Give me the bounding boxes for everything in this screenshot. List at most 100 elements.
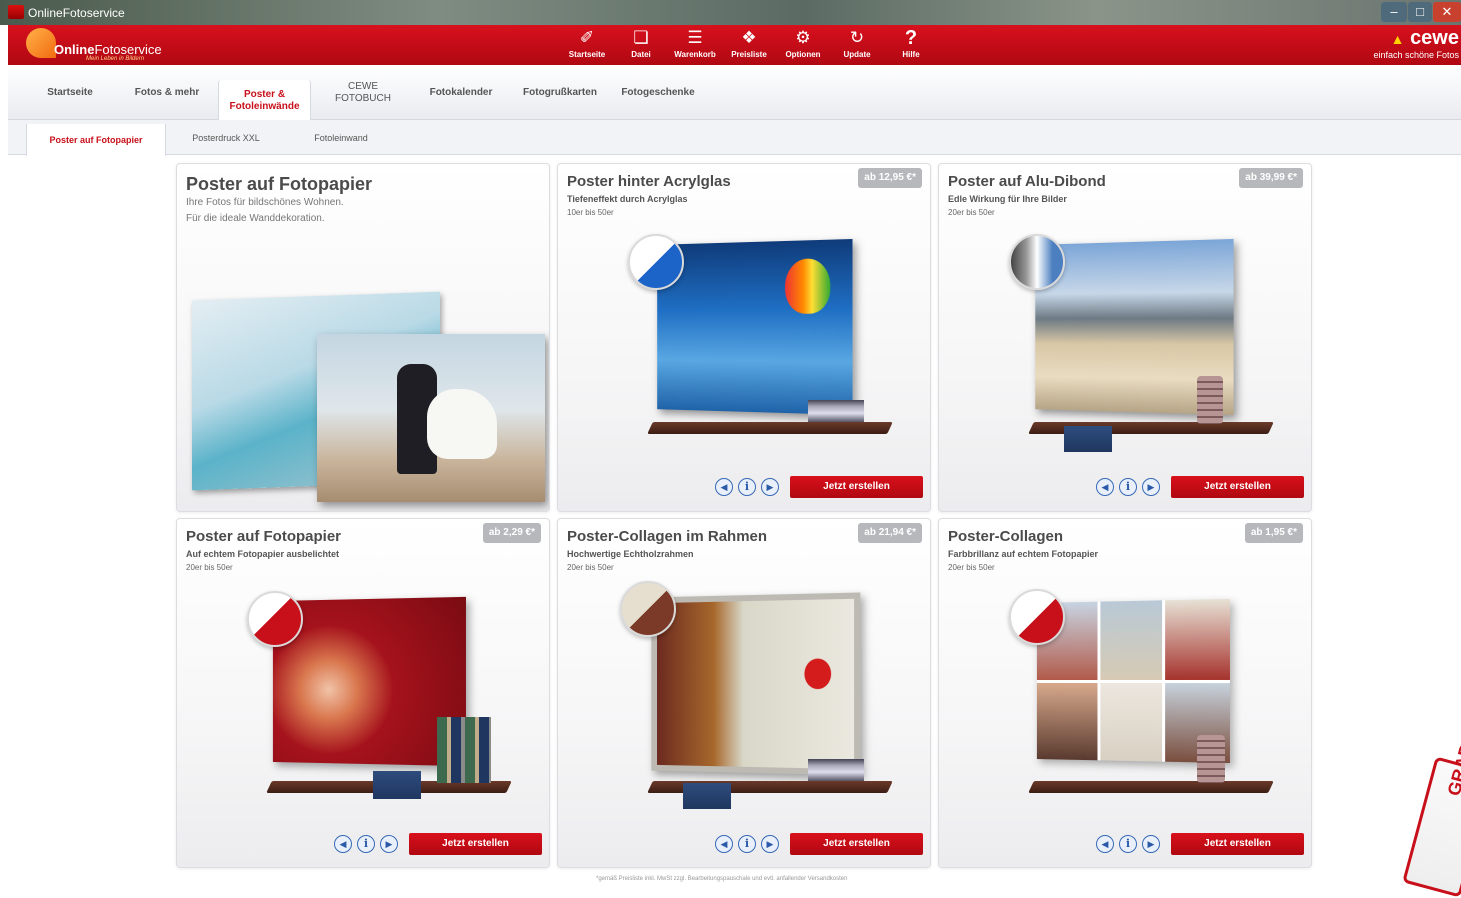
info-icon[interactable]: i xyxy=(1119,478,1137,496)
logo-slogan: Mein Leben in Bildern xyxy=(86,56,145,62)
book-stack xyxy=(1064,426,1112,452)
nav-tab-fotogeschenke[interactable]: Fotogeschenke xyxy=(615,65,701,120)
price-badge: ab 1,95 €* xyxy=(1244,523,1303,543)
main-toolbar: ✐ Startseite ❏ Datei ☰ Warenkorb ❖ Preis… xyxy=(560,25,938,65)
wood-shelf xyxy=(1028,781,1274,793)
toolbar-optionen-button[interactable]: ⚙ Optionen xyxy=(776,25,830,65)
collage-tile xyxy=(1100,682,1163,762)
product-title: Poster hinter Acrylglas xyxy=(567,173,731,190)
window-title: OnlineFotoservice xyxy=(28,6,125,20)
toolbar-startseite-button[interactable]: ✐ Startseite xyxy=(560,25,614,65)
minimize-button[interactable]: – xyxy=(1381,2,1407,22)
toolbar-update-button[interactable]: ↻ Update xyxy=(830,25,884,65)
hot-air-balloon-photo xyxy=(657,238,853,416)
next-icon[interactable]: ▶ xyxy=(1142,835,1160,853)
nav-tab-cewe-fotobuch[interactable]: CEWE FOTOBUCH xyxy=(326,65,400,120)
jetzt-erstellen-button[interactable]: Jetzt erstellen xyxy=(790,476,923,498)
cart-icon: ☰ xyxy=(687,28,703,47)
nav-tab-fotogrusskarten[interactable]: Fotogrußkarten xyxy=(514,65,606,120)
next-icon[interactable]: ▶ xyxy=(761,478,779,496)
hero-title: Poster auf Fotopapier xyxy=(186,174,373,194)
wood-shelf xyxy=(647,422,893,434)
onlinefotoservice-logo[interactable]: OnlineFotoservice Mein Leben in Bildern xyxy=(26,28,171,62)
red-poppy-shape xyxy=(804,658,832,690)
jetzt-erstellen-button[interactable]: Jetzt erstellen xyxy=(409,833,542,855)
sub-navigation: Poster auf Fotopapier Posterdruck XXL Fo… xyxy=(8,120,1461,156)
info-icon[interactable]: i xyxy=(738,478,756,496)
product-size-range: 20er bis 50er xyxy=(567,563,614,572)
product-title: Poster auf Alu-Dibond xyxy=(948,173,1106,190)
close-button[interactable]: ✕ xyxy=(1433,2,1461,22)
cewe-tagline: einfach schöne Fotos xyxy=(1373,50,1459,60)
next-icon[interactable]: ▶ xyxy=(761,835,779,853)
update-icon: ↻ xyxy=(849,28,865,47)
info-icon[interactable]: i xyxy=(357,835,375,853)
next-icon[interactable]: ▶ xyxy=(1142,478,1160,496)
product-card-acrylglas: Poster hinter Acrylglas Tiefeneffekt dur… xyxy=(557,163,931,512)
bride-figure xyxy=(427,389,497,459)
product-card-fotopapier: Poster auf Fotopapier Auf echtem Fotopap… xyxy=(176,518,550,868)
toolbar-label: Optionen xyxy=(785,50,821,59)
jetzt-erstellen-button[interactable]: Jetzt erstellen xyxy=(1171,833,1304,855)
book-stack xyxy=(683,783,731,809)
subnav-tab-poster-auf-fotopapier[interactable]: Poster auf Fotopapier xyxy=(26,124,166,156)
subnav-tab-fotoleinwand[interactable]: Fotoleinwand xyxy=(300,120,382,155)
collage-tile xyxy=(1036,682,1098,761)
toolbar-hilfe-button[interactable]: ? Hilfe xyxy=(884,25,938,65)
alu-dibond-detail-icon xyxy=(1009,234,1065,290)
balloon-shape xyxy=(785,258,831,314)
nav-tab-startseite[interactable]: Startseite xyxy=(30,65,110,120)
price-badge: ab 21,94 €* xyxy=(858,523,922,543)
collage-tile xyxy=(1100,600,1163,680)
toolbar-label: Startseite xyxy=(568,50,606,59)
logo-text: OnlineFotoservice xyxy=(54,42,162,57)
rahmen-detail-icon xyxy=(620,581,676,637)
previous-icon[interactable]: ◀ xyxy=(1096,478,1114,496)
product-title: Poster-Collagen im Rahmen xyxy=(567,528,768,545)
nav-tab-poster-fotoleinwaende[interactable]: Poster & Fotoleinwände xyxy=(218,80,311,121)
toolbar-preisliste-button[interactable]: ❖ Preisliste xyxy=(722,25,776,65)
decor-candles xyxy=(1197,376,1223,424)
corner-graphic-text: GRAPH xyxy=(1443,729,1461,798)
info-icon[interactable]: i xyxy=(738,835,756,853)
product-card-alu-dibond: Poster auf Alu-Dibond Edle Wirkung für I… xyxy=(938,163,1312,512)
main-navigation: Startseite Fotos & mehr Poster & Fotolei… xyxy=(8,65,1461,121)
product-subtitle: Auf echtem Fotopapier ausbelichtet xyxy=(186,549,340,559)
toolbar-datei-button[interactable]: ❏ Datei xyxy=(614,25,668,65)
previous-icon[interactable]: ◀ xyxy=(715,835,733,853)
info-icon[interactable]: i xyxy=(1119,835,1137,853)
toolbar-label: Warenkorb xyxy=(674,50,716,59)
hero-description-line2: Für die ideale Wanddekoration. xyxy=(186,213,325,224)
previous-icon[interactable]: ◀ xyxy=(1096,835,1114,853)
gears-icon: ⚙ xyxy=(795,28,811,47)
flower-collage-framed-photo xyxy=(651,592,861,776)
nav-tab-fotokalender[interactable]: Fotokalender xyxy=(420,65,502,120)
maximize-button[interactable]: □ xyxy=(1408,2,1432,22)
decor-candles xyxy=(1197,735,1225,783)
window-titlebar: OnlineFotoservice – □ ✕ xyxy=(0,0,1461,25)
product-title: Poster-Collagen xyxy=(948,528,1064,545)
file-icon: ❏ xyxy=(633,28,649,47)
fotopapier-detail-icon xyxy=(247,591,303,647)
product-subtitle: Tiefeneffekt durch Acrylglas xyxy=(567,194,688,204)
price-badge: ab 2,29 €* xyxy=(482,523,541,543)
previous-icon[interactable]: ◀ xyxy=(334,835,352,853)
nav-tab-fotos-mehr[interactable]: Fotos & mehr xyxy=(126,65,208,120)
next-icon[interactable]: ▶ xyxy=(380,835,398,853)
subnav-tab-posterdruck-xxl[interactable]: Posterdruck XXL xyxy=(180,120,272,155)
jetzt-erstellen-button[interactable]: Jetzt erstellen xyxy=(790,833,923,855)
product-subtitle: Hochwertige Echtholzrahmen xyxy=(567,549,694,559)
product-title: Poster auf Fotopapier xyxy=(186,528,342,545)
jetzt-erstellen-button[interactable]: Jetzt erstellen xyxy=(1171,476,1304,498)
cewe-wordmark: cewe xyxy=(1410,27,1459,49)
toolbar-label: Hilfe xyxy=(902,50,920,59)
product-subtitle: Edle Wirkung für Ihre Bilder xyxy=(948,194,1067,204)
previous-icon[interactable]: ◀ xyxy=(715,478,733,496)
product-card-collagen-rahmen: Poster-Collagen im Rahmen Hochwertige Ec… xyxy=(557,518,931,868)
product-size-range: 20er bis 50er xyxy=(948,208,995,217)
book-stack xyxy=(808,759,864,781)
wedding-couple-photo xyxy=(317,334,545,502)
corner-graphic-badge: GRAPH xyxy=(1402,730,1461,898)
toolbar-label: Preisliste xyxy=(731,50,767,59)
toolbar-warenkorb-button[interactable]: ☰ Warenkorb xyxy=(668,25,722,65)
